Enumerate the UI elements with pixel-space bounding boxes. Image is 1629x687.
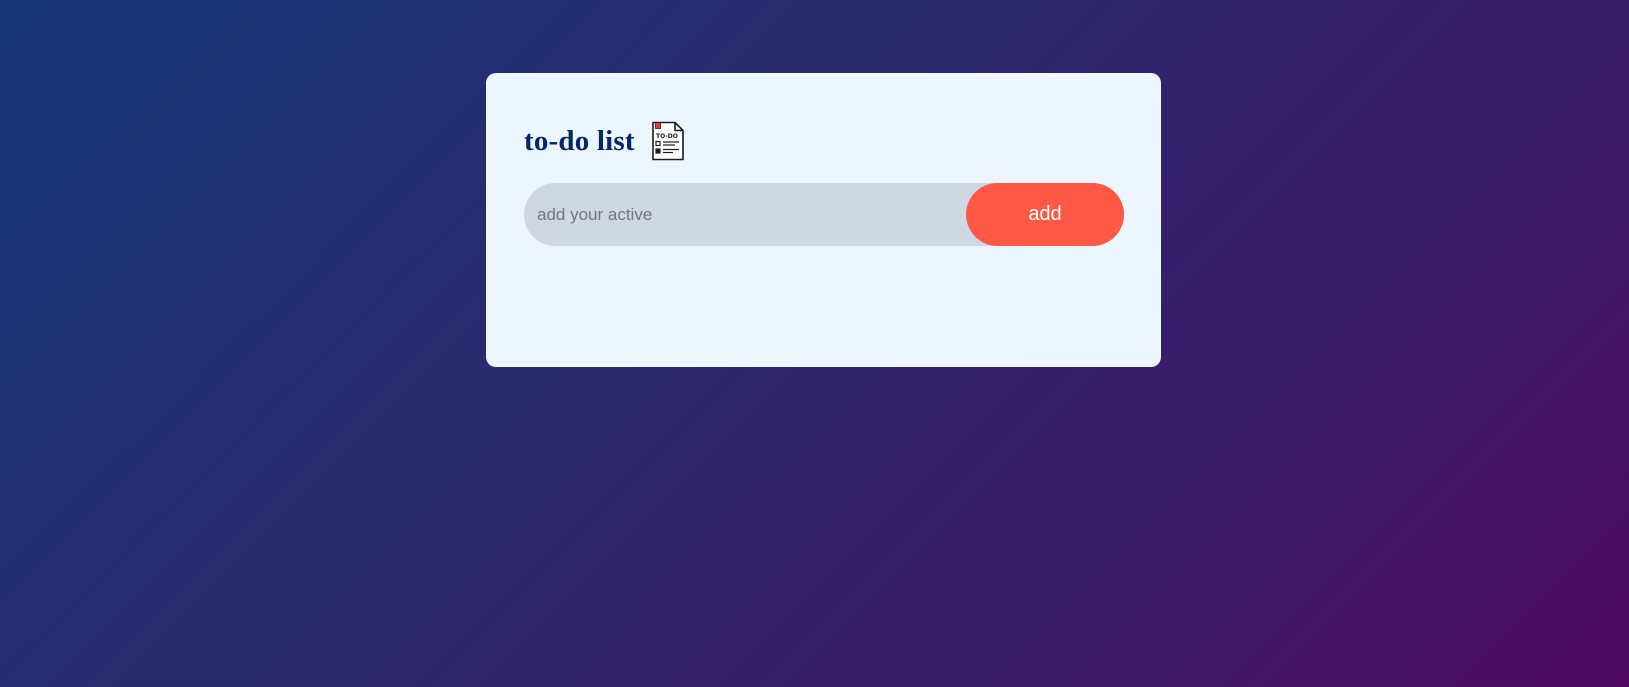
- todo-checklist-icon: TO-DO: [651, 121, 684, 161]
- title-row: to-do list TO-DO: [524, 119, 1123, 163]
- app-title: to-do list: [524, 124, 635, 157]
- add-button[interactable]: add: [966, 183, 1124, 246]
- task-input[interactable]: [537, 183, 966, 246]
- add-task-row: add: [524, 183, 1124, 246]
- todo-card: to-do list TO-DO add: [486, 73, 1161, 367]
- svg-text:TO-DO: TO-DO: [656, 133, 678, 140]
